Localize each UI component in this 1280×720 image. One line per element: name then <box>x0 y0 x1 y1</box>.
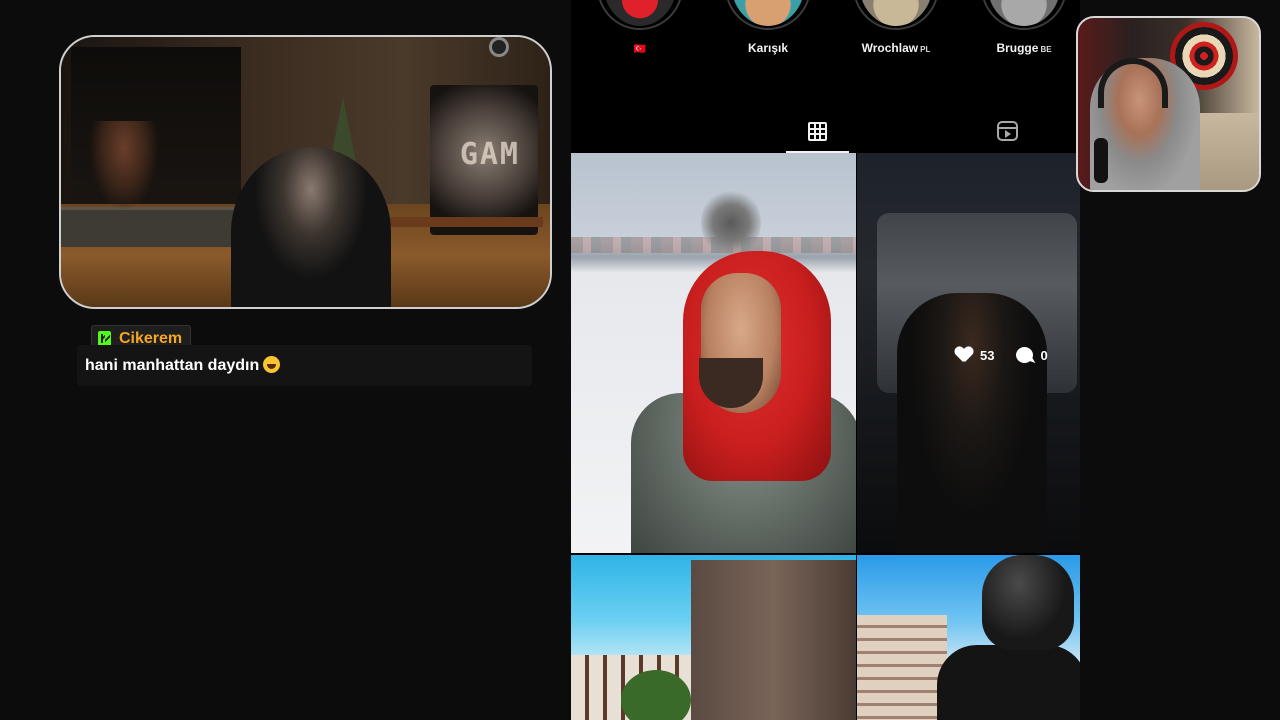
heart-highlight-icon <box>603 0 677 26</box>
story-highlight-flag: 🇹🇷 <box>633 44 647 55</box>
story-highlight-label: Brugge BE <box>996 41 1052 55</box>
likes-value: 53 <box>980 347 995 363</box>
post-stats: 53 0 <box>955 347 1048 363</box>
story-highlight-ring <box>853 0 939 30</box>
post-thumbnail-2[interactable]: 53 0 <box>857 153 1080 553</box>
instagram-profile-panel: 🇹🇷 Karışık Wrochlaw PL Brugge BE 53 0 <box>571 0 1080 720</box>
post-castle <box>691 560 856 720</box>
post-tree <box>701 188 761 258</box>
camera-lens-icon <box>489 37 509 57</box>
kick-k-icon <box>98 331 111 346</box>
tab-posts[interactable] <box>786 115 849 153</box>
story-highlight-ring <box>981 0 1067 30</box>
host-webcam <box>1076 16 1261 192</box>
post-thumbnail-4[interactable] <box>857 555 1080 720</box>
comments-value: 0 <box>1040 347 1048 363</box>
microphone-icon <box>1094 138 1108 183</box>
story-highlight-ring <box>725 0 811 30</box>
highlight-thumbnail <box>731 0 805 26</box>
story-highlight-label: Wrochlaw PL <box>861 41 931 55</box>
grid-icon <box>808 122 827 141</box>
story-highlight-ring <box>597 0 683 30</box>
comments-count: 0 <box>1016 347 1048 363</box>
heart-icon <box>955 347 973 363</box>
story-highlight-label: Karışık <box>747 41 789 55</box>
guest-cam-person <box>231 147 391 307</box>
story-highlight-brugge[interactable]: Brugge BE <box>981 0 1067 55</box>
story-highlight-karisik[interactable]: Karışık <box>725 0 811 55</box>
post-thumbnail-1[interactable] <box>571 153 856 553</box>
post-building <box>857 615 947 720</box>
chat-message-text: hani manhattan daydın <box>85 357 260 374</box>
chat-message: hani manhattan daydın <box>77 345 532 386</box>
story-highlight-wrochlaw[interactable]: Wrochlaw PL <box>853 0 939 55</box>
guest-cam-shelf <box>383 217 543 227</box>
laughing-emoji-icon <box>263 356 281 373</box>
guest-cam-person-background <box>89 121 159 211</box>
profile-tabs <box>571 115 1080 153</box>
post-helmet <box>982 555 1074 650</box>
guest-webcam: GAM <box>59 35 552 309</box>
highlight-thumbnail <box>859 0 933 26</box>
guest-cam-banner-text: GAM <box>459 137 520 172</box>
highlight-thumbnail <box>987 0 1061 26</box>
post-rider <box>937 645 1080 720</box>
likes-count: 53 <box>955 347 994 363</box>
post-thumbnail-3[interactable] <box>571 555 856 720</box>
reels-icon[interactable] <box>997 121 1018 141</box>
story-highlight-1[interactable]: 🇹🇷 <box>597 0 683 55</box>
comment-icon <box>1016 347 1034 363</box>
